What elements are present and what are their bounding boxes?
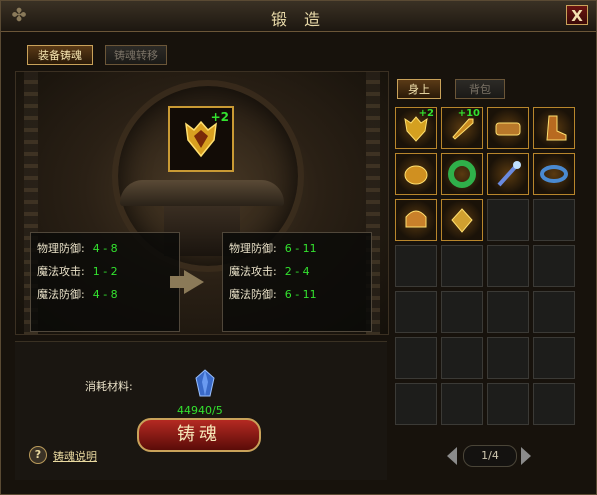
inventory-item-slot[interactable]	[441, 153, 483, 195]
help-icon[interactable]: ?	[29, 446, 47, 464]
stat-value: 4 - 8	[92, 288, 118, 301]
stat-label: 物理防御:	[37, 242, 85, 255]
empty-inventory-slot[interactable]	[441, 291, 483, 333]
empty-inventory-slot[interactable]	[487, 245, 529, 287]
empty-inventory-slot[interactable]	[441, 245, 483, 287]
empty-inventory-slot[interactable]	[487, 199, 529, 241]
empty-inventory-slot[interactable]	[533, 383, 575, 425]
staff-icon	[497, 161, 521, 187]
empty-inventory-slot[interactable]	[533, 245, 575, 287]
tab-equipped[interactable]: 身上	[397, 79, 441, 99]
enhance-level: +2	[210, 110, 229, 124]
help-link[interactable]: 铸魂说明	[53, 448, 97, 464]
stat-value: 4 - 8	[92, 242, 118, 255]
prev-page-icon[interactable]	[447, 447, 457, 465]
stat-label: 魔法攻击:	[37, 265, 85, 278]
material-panel: 消耗材料: 44940/5 铸魂 ? 铸魂说明	[15, 341, 387, 480]
window-title: 锻 造	[270, 10, 327, 29]
inventory-item-slot[interactable]	[533, 153, 575, 195]
empty-inventory-slot[interactable]	[533, 291, 575, 333]
pager: 1/4	[447, 445, 531, 467]
stat-value: 6 - 11	[284, 288, 317, 301]
inventory-grid: +2 +10	[395, 107, 575, 425]
forge-stage: +2 物理防御: 4 - 8 魔法攻击: 1 - 2 魔法防御: 4 - 8 物理防御…	[15, 71, 389, 335]
stat-label: 魔法攻击:	[229, 265, 277, 278]
anvil-decoration	[120, 180, 284, 206]
inventory-item-slot[interactable]: +10	[441, 107, 483, 149]
empty-inventory-slot[interactable]	[487, 291, 529, 333]
empty-inventory-slot[interactable]	[487, 337, 529, 379]
crystal-icon[interactable]	[190, 368, 220, 400]
empty-inventory-slot[interactable]	[533, 337, 575, 379]
amulet-icon	[451, 208, 473, 233]
inventory-item-slot[interactable]	[395, 199, 437, 241]
inventory-item-slot[interactable]	[395, 153, 437, 195]
tab-bag[interactable]: 背包	[455, 79, 505, 99]
empty-inventory-slot[interactable]	[441, 337, 483, 379]
current-stats-panel: 物理防御: 4 - 8 魔法攻击: 1 - 2 魔法防御: 4 - 8	[30, 232, 180, 332]
stat-value: 2 - 4	[284, 265, 310, 278]
next-stats-panel: 物理防御: 6 - 11 魔法攻击: 2 - 4 魔法防御: 6 - 11	[222, 232, 372, 332]
empty-inventory-slot[interactable]	[533, 199, 575, 241]
empty-inventory-slot[interactable]	[441, 383, 483, 425]
title-bar[interactable]: ✤ 锻 造 X	[1, 1, 596, 32]
inventory-item-slot[interactable]	[487, 107, 529, 149]
stat-row: 魔法攻击: 1 - 2	[37, 260, 173, 283]
enhance-level: +10	[457, 108, 480, 119]
enhance-level: +2	[418, 108, 434, 119]
tab-equipment-soul-forge[interactable]: 装备铸魂	[27, 45, 93, 65]
stat-row: 物理防御: 6 - 11	[229, 237, 365, 260]
empty-inventory-slot[interactable]	[395, 383, 437, 425]
helmet-icon	[405, 210, 427, 228]
empty-inventory-slot[interactable]	[487, 383, 529, 425]
empty-inventory-slot[interactable]	[395, 291, 437, 333]
stat-row: 魔法防御: 6 - 11	[229, 283, 365, 306]
forge-soul-button[interactable]: 铸魂	[137, 418, 261, 452]
inventory-item-slot[interactable]: +2	[395, 107, 437, 149]
stat-value: 1 - 2	[92, 265, 118, 278]
inventory-item-slot[interactable]	[533, 107, 575, 149]
arrow-icon	[184, 270, 204, 294]
stat-value: 6 - 11	[284, 242, 317, 255]
bracelet-icon	[540, 165, 568, 183]
forge-window: ✤ 锻 造 X 装备铸魂 铸魂转移 +2 物理防御: 4 - 8 魔法攻击: 1 -…	[0, 0, 597, 495]
tab-soul-transfer[interactable]: 铸魂转移	[105, 45, 167, 65]
stat-label: 物理防御:	[229, 242, 277, 255]
material-count: 44940/5	[177, 404, 223, 417]
close-button[interactable]: X	[566, 5, 588, 25]
page-indicator: 1/4	[463, 445, 517, 467]
inventory-panel: 身上 背包 +2 +10 1/4	[391, 71, 587, 481]
boots-icon	[546, 115, 567, 141]
stat-row: 魔法防御: 4 - 8	[37, 283, 173, 306]
inventory-item-slot[interactable]	[441, 199, 483, 241]
belt-icon	[495, 122, 521, 136]
inventory-item-slot[interactable]	[487, 153, 529, 195]
material-label: 消耗材料:	[85, 380, 133, 393]
stat-row: 魔法攻击: 2 - 4	[229, 260, 365, 283]
bracer-icon	[404, 165, 428, 185]
stat-row: 物理防御: 4 - 8	[37, 237, 173, 260]
next-page-icon[interactable]	[521, 447, 531, 465]
empty-inventory-slot[interactable]	[395, 337, 437, 379]
empty-inventory-slot[interactable]	[395, 245, 437, 287]
stat-label: 魔法防御:	[37, 288, 85, 301]
stat-label: 魔法防御:	[229, 288, 277, 301]
main-equipment-slot[interactable]: +2	[168, 106, 234, 172]
jade-ring-icon	[448, 160, 476, 188]
